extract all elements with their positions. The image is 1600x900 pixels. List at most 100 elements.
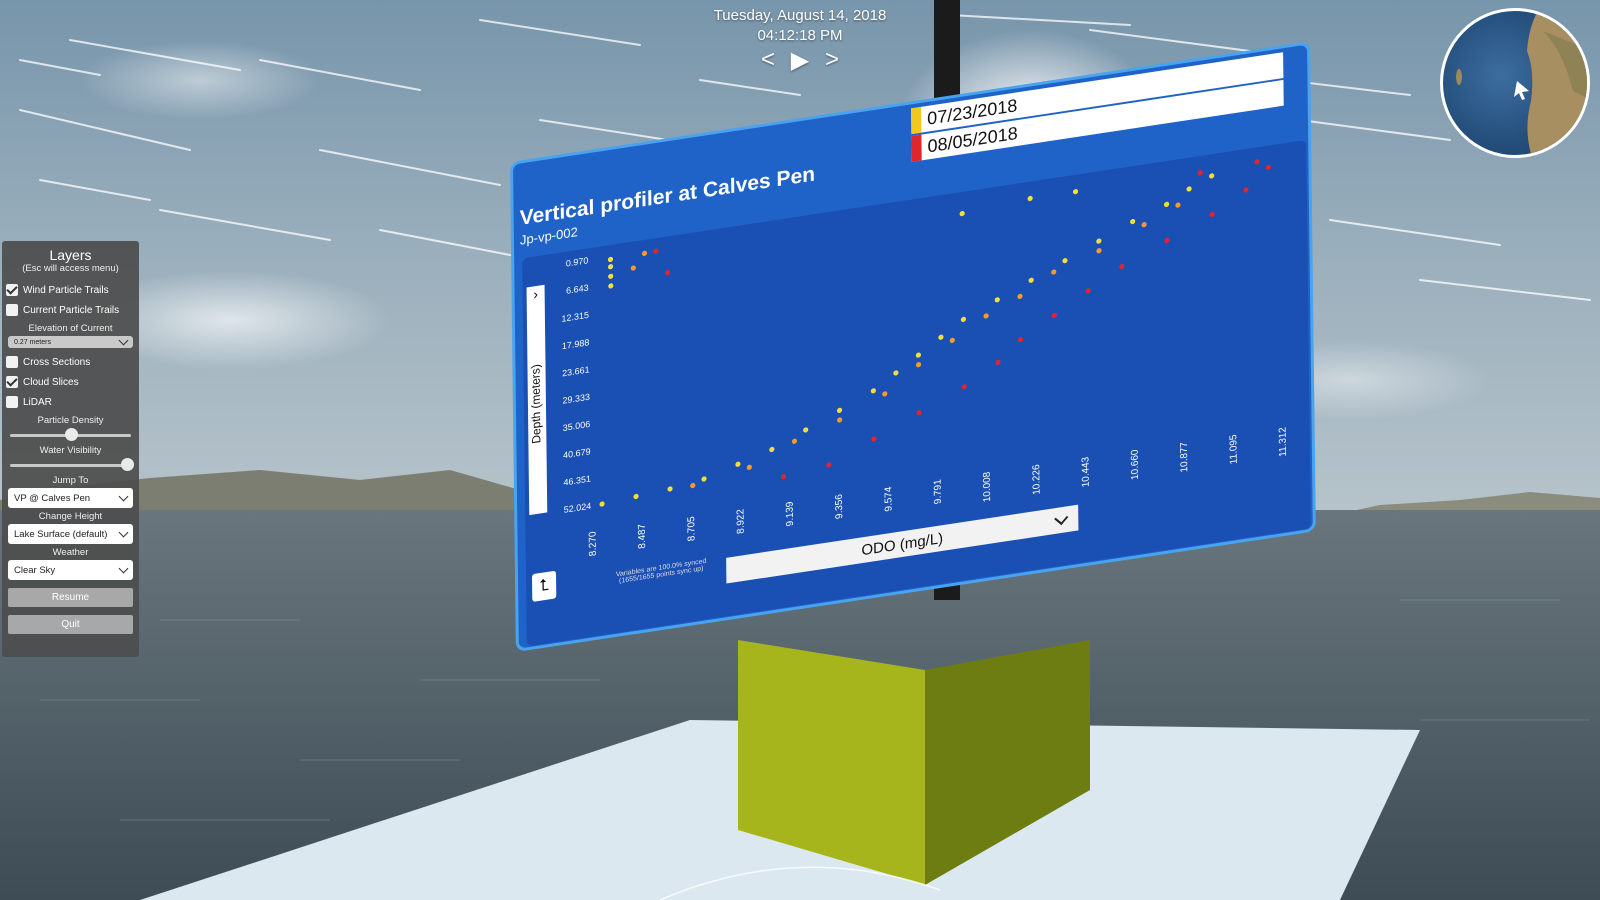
data-point [826,462,832,468]
data-point [961,384,967,390]
data-point [780,474,787,480]
x-tick-label: 8.270 [588,530,599,557]
checkbox[interactable] [6,396,18,408]
checkbox[interactable] [6,356,18,368]
data-point [1254,159,1260,165]
elevation-label: Elevation of Current [28,323,113,334]
slider-handle[interactable] [121,458,135,471]
checkbox[interactable] [6,304,18,316]
elevation-dropdown[interactable]: 0.27 meters [8,335,133,348]
checkbox-label: Current Particle Trails [23,304,120,316]
data-point [1096,238,1102,244]
data-point [608,273,614,279]
jump-to-dropdown[interactable]: VP @ Calves Pen [8,488,133,508]
previous-button[interactable]: < [755,46,781,73]
current-trails-toggle[interactable]: Current Particle Trails [6,300,135,320]
checkbox-label: LiDAR [23,396,52,408]
minimap-terrain [1456,11,1587,155]
data-point [803,427,809,433]
data-point [746,464,752,470]
data-point [791,438,798,444]
y-tick-label: 6.643 [566,283,589,296]
chevron-down-icon [118,527,129,538]
data-point [1062,258,1068,264]
data-point [915,352,922,358]
y-tick-label: 29.333 [562,392,590,406]
y-tick-label: 35.006 [563,419,591,433]
data-point [1085,288,1091,294]
resume-button[interactable]: Resume [8,588,133,607]
chevron-down-icon [118,335,129,346]
checkbox[interactable] [6,284,18,296]
data-point [633,493,639,500]
water-visibility-slider[interactable] [10,458,135,472]
data-point [630,265,636,271]
swap-axes-button[interactable]: ⮤ [531,570,557,602]
data-point [915,362,922,368]
water-visibility-label: Water Visibility [39,445,102,456]
y-axis-toggle-button[interactable]: › [527,285,545,308]
layers-panel: Layers (Esc will access menu) Wind Parti… [2,241,139,657]
data-point [949,337,955,343]
x-tick-label: 10.877 [1179,441,1190,473]
x-tick-label: 9.139 [785,500,796,527]
x-tick-label: 10.660 [1130,448,1141,480]
y-tick-label: 46.351 [563,474,591,488]
change-height-value: Lake Surface (default) [14,528,108,540]
y-axis-label: Depth (meters) [528,363,544,445]
cross-sections-toggle[interactable]: Cross Sections [6,352,135,372]
data-point [893,370,899,376]
data-point [1163,201,1170,208]
data-point [1051,312,1057,318]
data-point [1209,173,1215,179]
lidar-toggle[interactable]: LiDAR [6,392,135,412]
data-point [960,316,967,322]
x-tick-label: 11.095 [1228,433,1239,465]
x-tick-label: 10.443 [1080,456,1091,488]
playback-controls: < ▶ > [690,46,910,74]
weather-dropdown[interactable]: Clear Sky [8,560,133,580]
checkbox-label: Wind Particle Trails [23,284,109,296]
particle-density-slider[interactable] [10,428,131,442]
data-point [1017,293,1023,300]
play-button[interactable]: ▶ [787,47,813,74]
data-point [607,256,614,263]
sync-note: Variables are 100.0% synced (1655/1655 p… [615,557,707,585]
data-point [1096,248,1102,254]
minimap[interactable] [1440,8,1590,158]
checkbox[interactable] [6,376,18,388]
y-tick-label: 12.315 [561,310,589,324]
data-point [983,313,989,319]
chevron-down-icon [118,491,129,502]
change-height-dropdown[interactable]: Lake Surface (default) [8,524,133,544]
weather-value: Clear Sky [14,564,56,576]
data-point [1175,202,1181,208]
data-point [995,359,1001,365]
quit-button[interactable]: Quit [8,615,133,634]
layers-subtitle: (Esc will access menu) [22,263,119,274]
data-point [653,248,659,254]
weather-label: Weather [52,547,89,558]
x-tick-label: 8.705 [686,515,697,542]
data-point [1028,277,1034,283]
data-point [735,461,741,467]
change-height-label: Change Height [38,511,103,522]
x-tick-label: 8.922 [735,508,746,535]
data-point [607,264,614,270]
data-point [870,388,876,394]
x-tick-label: 10.008 [982,471,993,503]
slider-handle[interactable] [64,428,78,441]
data-point [938,334,944,340]
wind-trails-toggle[interactable]: Wind Particle Trails [6,280,135,300]
data-point [1027,195,1033,202]
cloud-slices-toggle[interactable]: Cloud Slices [6,372,135,392]
jump-to-value: VP @ Calves Pen [14,492,91,504]
next-button[interactable]: > [819,46,845,73]
location-marker-icon [1514,81,1529,100]
data-point [1209,211,1215,217]
legend-swatch [911,134,922,162]
data-point [641,250,648,256]
date-time-display: Tuesday, August 14, 2018 04:12:18 PM < ▶… [690,6,910,74]
data-point [690,482,696,489]
y-axis-panel: Depth (meters) [526,284,548,516]
